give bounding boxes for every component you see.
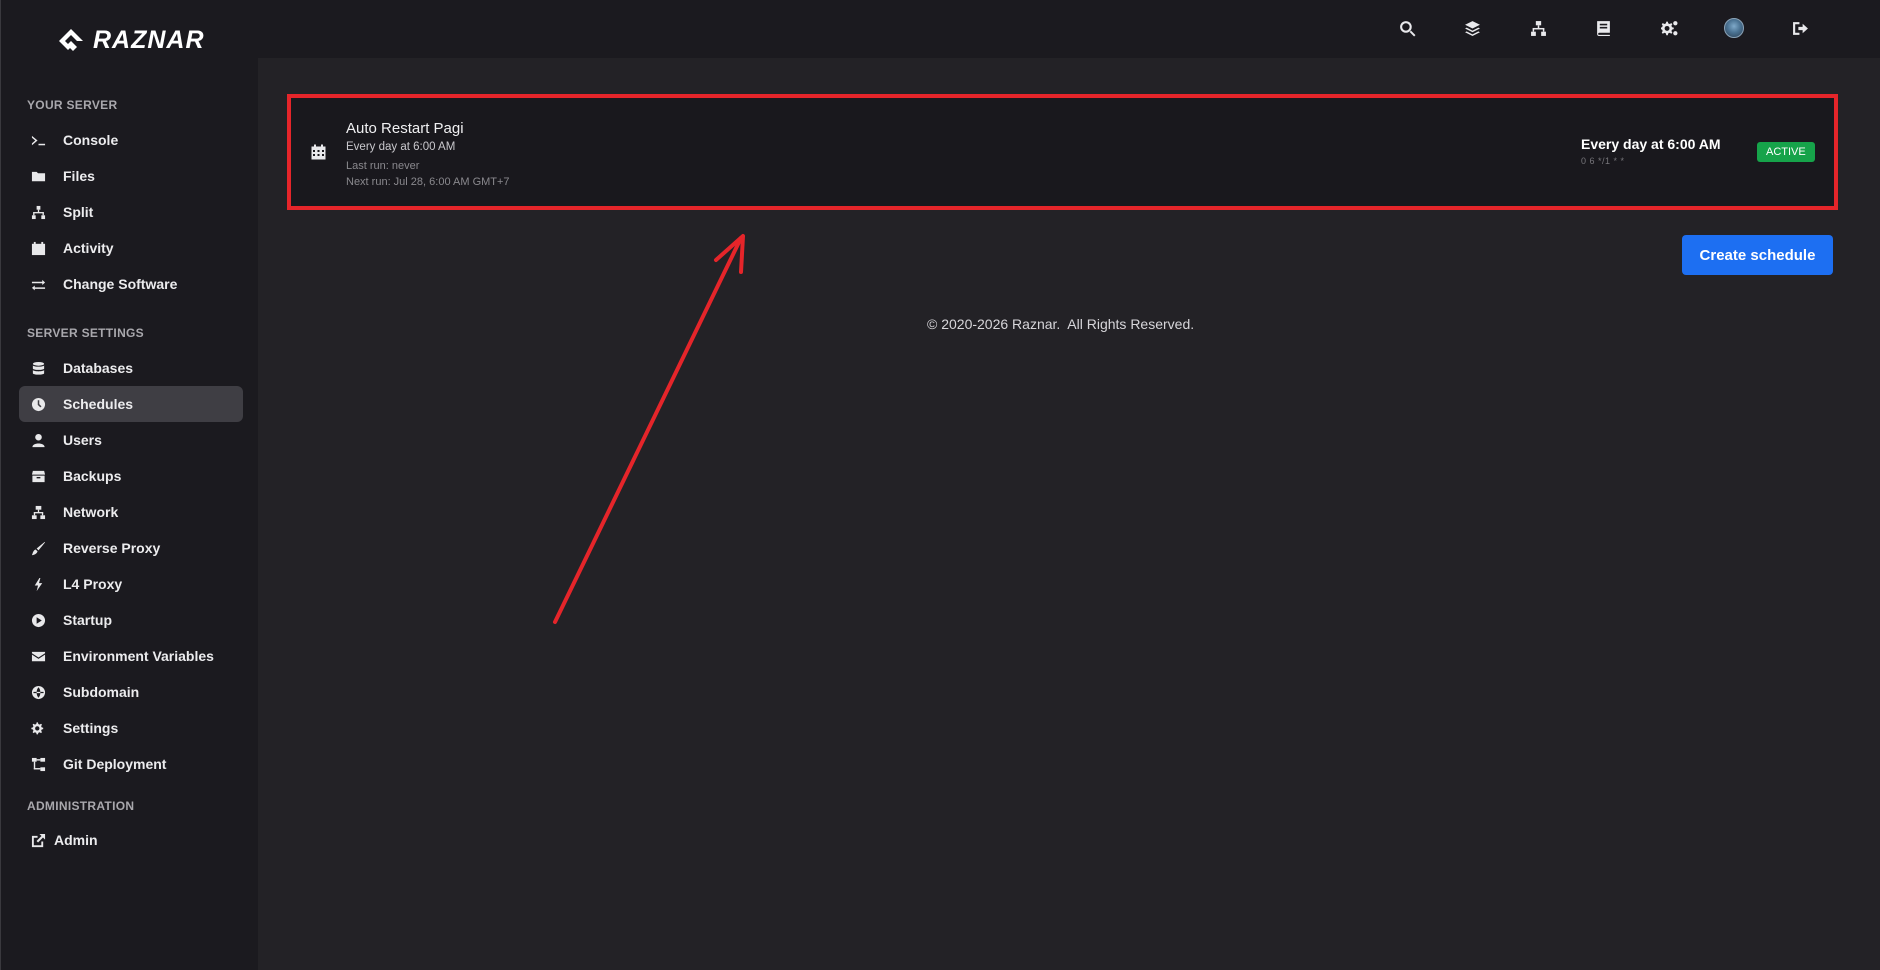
sidebar-item-activity[interactable]: Activity — [19, 230, 243, 266]
sidebar-item-console[interactable]: Console — [19, 122, 243, 158]
schedule-summary: Every day at 6:00 AM — [346, 141, 456, 153]
sidebar-item-label: Admin — [54, 832, 98, 848]
footer-suffix: . All Rights Reserved. — [1056, 316, 1195, 332]
sidebar-item-users[interactable]: Users — [19, 422, 243, 458]
footer: © 2020-2026 Raznar. All Rights Reserved. — [927, 316, 1194, 332]
schedule-cron: 0 6 */1 * * — [1581, 156, 1625, 166]
section-title-your-server: YOUR SERVER — [27, 98, 118, 112]
avatar-icon[interactable] — [1723, 17, 1745, 39]
network-icon — [30, 504, 46, 520]
sidebar-item-label: Console — [63, 132, 119, 148]
search-icon[interactable] — [1396, 17, 1418, 39]
external-link-icon — [30, 832, 46, 848]
schedule-time-label: Every day at 6:00 AM — [1581, 136, 1721, 152]
sidebar-item-label: Databases — [63, 360, 134, 376]
sidebar-item-label: Schedules — [63, 396, 134, 412]
folder-icon — [30, 168, 46, 184]
sidebar-item-schedules[interactable]: Schedules — [19, 386, 243, 422]
globe-icon — [30, 684, 46, 700]
sidebar-item-startup[interactable]: Startup — [19, 602, 243, 638]
sidebar-item-git-deployment[interactable]: Git Deployment — [19, 746, 243, 782]
user-icon — [30, 432, 46, 448]
logo-icon — [59, 28, 83, 51]
sidebar-item-label: Backups — [63, 468, 122, 484]
sidebar-item-label: Subdomain — [63, 684, 140, 700]
sitemap-icon — [30, 204, 46, 220]
cogs-icon[interactable] — [1658, 17, 1680, 39]
app-name: RAZNAR — [93, 26, 205, 54]
schedule-next-run: Next run: Jul 28, 6:00 AM GMT+7 — [346, 176, 510, 188]
sidebar-item-label: Change Software — [63, 276, 178, 292]
terminal-icon — [30, 132, 46, 148]
sidebar-item-network[interactable]: Network — [19, 494, 243, 530]
sidebar-item-label: L4 Proxy — [63, 576, 123, 592]
calendar-icon — [311, 144, 327, 160]
cogs-icon — [30, 720, 46, 736]
sidebar-item-environment-variables[interactable]: Environment Variables — [19, 638, 243, 674]
play-circle-icon — [30, 612, 46, 628]
book-icon[interactable] — [1592, 17, 1614, 39]
section-title-server-settings: SERVER SETTINGS — [27, 326, 144, 340]
sidebar-item-subdomain[interactable]: Subdomain — [19, 674, 243, 710]
sidebar-item-settings[interactable]: Settings — [19, 710, 243, 746]
sidebar-item-label: Users — [63, 432, 102, 448]
footer-prefix: © 2020-2026 — [927, 316, 1013, 332]
schedule-card[interactable]: Auto Restart Pagi Every day at 6:00 AM L… — [287, 94, 1838, 210]
sign-out-icon[interactable] — [1789, 17, 1811, 39]
sidebar-item-label: Git Deployment — [63, 756, 167, 772]
sidebar-item-label: Startup — [63, 612, 112, 628]
sidebar-item-backups[interactable]: Backups — [19, 458, 243, 494]
sidebar-item-split[interactable]: Split — [19, 194, 243, 230]
archive-icon — [30, 468, 46, 484]
annotation-arrow — [553, 234, 745, 624]
calendar-icon — [30, 240, 46, 256]
sidebar-item-label: Environment Variables — [63, 648, 214, 664]
sidebar-item-databases[interactable]: Databases — [19, 350, 243, 386]
sidebar-item-label: Activity — [63, 240, 114, 256]
exchange-icon — [30, 276, 46, 292]
sidebar-item-label: Settings — [63, 720, 119, 736]
layers-icon[interactable] — [1461, 17, 1483, 39]
sidebar: RAZNAR YOUR SERVER Console Files Split A… — [0, 0, 258, 970]
brush-icon — [30, 540, 46, 556]
sidebar-item-admin[interactable]: Admin — [19, 822, 243, 858]
sidebar-item-label: Files — [63, 168, 95, 184]
sitemap-icon[interactable] — [1527, 17, 1549, 39]
sidebar-item-label: Reverse Proxy — [63, 540, 161, 556]
schedule-last-run: Last run: never — [346, 160, 420, 172]
sidebar-item-reverse-proxy[interactable]: Reverse Proxy — [19, 530, 243, 566]
sidebar-item-l4-proxy[interactable]: L4 Proxy — [19, 566, 243, 602]
database-icon — [30, 360, 46, 376]
section-title-administration: ADMINISTRATION — [27, 799, 135, 813]
app-logo[interactable]: RAZNAR — [57, 26, 205, 55]
sidebar-item-label: Split — [63, 204, 94, 220]
sidebar-item-change-software[interactable]: Change Software — [19, 266, 243, 302]
envelope-icon — [30, 648, 46, 664]
git-branch-icon — [30, 756, 46, 772]
schedule-name: Auto Restart Pagi — [346, 120, 464, 137]
create-schedule-button[interactable]: Create schedule — [1682, 235, 1833, 275]
sidebar-item-label: Network — [63, 504, 119, 520]
footer-brand-link[interactable]: Raznar — [1012, 316, 1056, 332]
clock-icon — [30, 396, 46, 412]
bolt-icon — [30, 576, 46, 592]
status-badge: ACTIVE — [1757, 142, 1815, 162]
sidebar-item-files[interactable]: Files — [19, 158, 243, 194]
top-navbar — [258, 0, 1880, 58]
